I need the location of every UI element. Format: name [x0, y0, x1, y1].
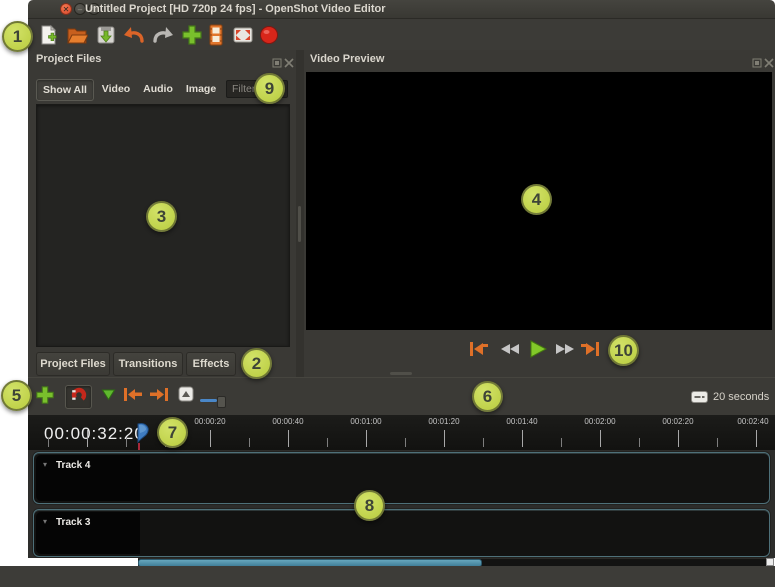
- track-collapse-chevron-icon[interactable]: ▾: [43, 517, 47, 527]
- project-files-title: Project Files: [36, 53, 102, 65]
- ruler-label: 00:01:40: [506, 417, 538, 426]
- undo-icon: [123, 26, 145, 49]
- panel-float-icon[interactable]: [272, 55, 282, 68]
- import-plus-icon: [181, 24, 203, 51]
- annotation-badge-10: 10: [608, 335, 639, 366]
- play-icon: [529, 339, 548, 363]
- preview-float-icon[interactable]: [752, 55, 762, 68]
- window-close-button[interactable]: ✕: [60, 3, 72, 15]
- import-files-button[interactable]: [180, 24, 204, 51]
- filter-video-button[interactable]: Video: [97, 79, 135, 99]
- jump-to-end-button[interactable]: [579, 341, 601, 361]
- new-project-icon: [38, 24, 60, 51]
- choose-profile-button[interactable]: [204, 24, 228, 51]
- video-preview-title: Video Preview: [310, 53, 385, 65]
- zoom-slider-handle[interactable]: [217, 396, 226, 408]
- track-header[interactable]: ▾ Track 3: [36, 512, 140, 554]
- fullscreen-button[interactable]: [231, 25, 255, 49]
- save-icon: [95, 24, 117, 51]
- zoom-scale-icon: [691, 390, 708, 408]
- annotation-badge-7: 7: [157, 417, 188, 448]
- annotation-badge-8: 8: [354, 490, 385, 521]
- track-label: Track 3: [56, 517, 91, 528]
- open-project-button[interactable]: [65, 25, 89, 49]
- jump-to-end-icon: [580, 341, 600, 361]
- redo-icon: [152, 26, 174, 49]
- razor-triangle-icon: [101, 388, 116, 406]
- annotation-badge-5: 5: [1, 380, 32, 411]
- record-circle-icon: [258, 24, 280, 51]
- razor-tool-button[interactable]: [99, 389, 117, 405]
- annotation-badge-1: 1: [2, 21, 33, 52]
- track-row[interactable]: ▾ Track 4: [33, 452, 770, 504]
- annotation-badge-3: 3: [146, 201, 177, 232]
- redo-button[interactable]: [151, 25, 175, 49]
- add-track-button[interactable]: [33, 385, 57, 409]
- fast-forward-icon: [554, 342, 575, 360]
- window-bottom-edge: [0, 566, 775, 587]
- annotation-badge-9: 9: [254, 73, 285, 104]
- previous-marker-icon: [123, 387, 143, 406]
- open-folder-icon: [66, 24, 89, 51]
- jump-to-start-icon: [469, 341, 489, 361]
- timeline-splitter-grip[interactable]: [390, 372, 412, 375]
- rewind-icon: [500, 342, 521, 360]
- ruler-label: 00:00:20: [194, 417, 226, 426]
- ruler-label: 00:02:40: [737, 417, 769, 426]
- undo-button[interactable]: [122, 25, 146, 49]
- export-video-button[interactable]: [257, 25, 281, 49]
- fullscreen-icon: [232, 26, 254, 49]
- next-marker-icon: [149, 387, 169, 406]
- add-track-icon: [35, 385, 55, 410]
- panel-close-icon[interactable]: [284, 55, 294, 68]
- new-project-button[interactable]: [37, 24, 61, 51]
- splitter-grip: [298, 206, 301, 242]
- openshot-window: ✕ – □ Untitled Project [HD 720p 24 fps] …: [0, 0, 775, 587]
- add-marker-icon: [178, 386, 194, 407]
- ruler-label: 00:00:40: [272, 417, 304, 426]
- filter-image-button[interactable]: Image: [181, 79, 221, 99]
- ruler-label: 00:02:20: [662, 417, 694, 426]
- preview-close-icon[interactable]: [764, 55, 774, 68]
- snapping-toggle-button[interactable]: [65, 385, 92, 409]
- zoom-slider-track: [200, 399, 217, 402]
- window-resize-grip[interactable]: [766, 558, 774, 566]
- add-marker-button[interactable]: [177, 386, 195, 407]
- fast-forward-button[interactable]: [553, 343, 575, 359]
- tab-transitions[interactable]: Transitions: [113, 352, 183, 376]
- track-header[interactable]: ▾ Track 4: [36, 455, 140, 501]
- annotation-badge-4: 4: [521, 184, 552, 215]
- window-title: Untitled Project [HD 720p 24 fps] - Open…: [85, 3, 386, 15]
- jump-to-start-button[interactable]: [468, 341, 490, 361]
- rewind-button[interactable]: [499, 343, 521, 359]
- magnet-icon: [71, 387, 87, 408]
- ruler-label: 00:01:00: [350, 417, 382, 426]
- save-project-button[interactable]: [94, 25, 118, 49]
- panel-splitter[interactable]: [296, 50, 304, 377]
- timeline-zoom-slider[interactable]: [200, 395, 230, 408]
- annotation-badge-6: 6: [472, 381, 503, 412]
- annotation-badge-2: 2: [241, 348, 272, 379]
- ruler-label: 00:02:00: [584, 417, 616, 426]
- film-profile-icon: [208, 24, 224, 51]
- next-marker-button[interactable]: [148, 387, 170, 406]
- track-label: Track 4: [56, 460, 91, 471]
- ruler-label: 00:01:20: [428, 417, 460, 426]
- filter-show-all-button[interactable]: Show All: [36, 79, 94, 101]
- playhead-marker[interactable]: [133, 423, 151, 450]
- filter-audio-button[interactable]: Audio: [139, 79, 177, 99]
- tab-project-files[interactable]: Project Files: [36, 352, 110, 376]
- track-row[interactable]: ▾ Track 3: [33, 509, 770, 557]
- play-button[interactable]: [527, 339, 549, 363]
- zoom-scale-label: 20 seconds: [713, 391, 770, 403]
- track-collapse-chevron-icon[interactable]: ▾: [43, 460, 47, 470]
- tab-effects[interactable]: Effects: [186, 352, 236, 376]
- previous-marker-button[interactable]: [122, 387, 144, 406]
